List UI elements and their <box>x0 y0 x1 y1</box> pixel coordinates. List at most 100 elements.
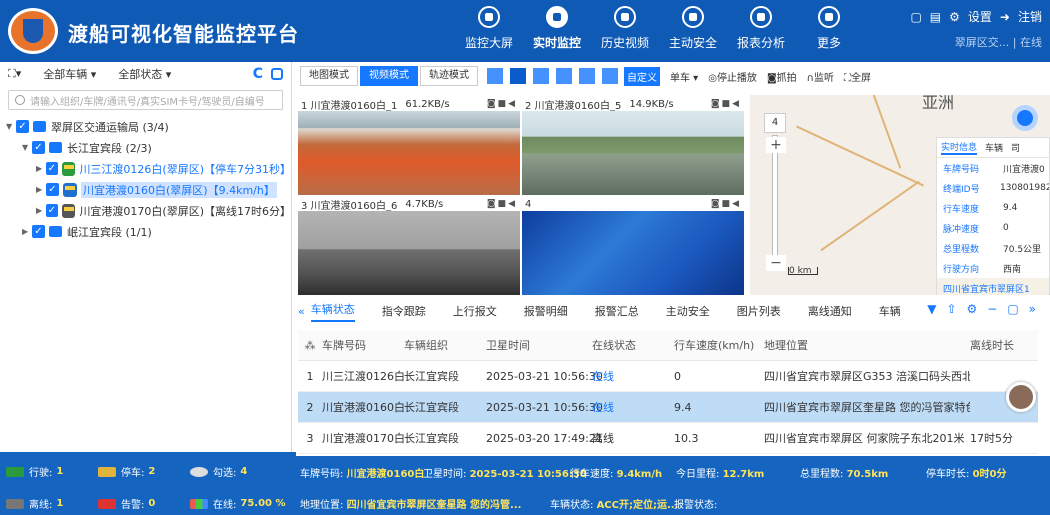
video-controls-icon[interactable]: ◙■◀ <box>711 199 741 209</box>
layout-13-icon[interactable] <box>579 68 595 84</box>
nav-more[interactable]: 更多 <box>795 6 863 51</box>
top-header: 渡船可视化智能监控平台 监控大屏 实时监控 历史视频 主动安全 报表分析 更多 … <box>0 0 1050 62</box>
map-panel[interactable]: 亚洲 4 + − 0 km 实时信息 车辆司 车牌号码 川宜港渡0 终端ID号 130… <box>750 95 1050 295</box>
text-label: 2025-03-21 10:56:30 <box>486 400 603 414</box>
nav-active-safety[interactable]: 主动安全 <box>659 6 727 51</box>
fullscreen-button[interactable]: ⛶全屏 <box>844 69 871 84</box>
vehicle-tree: ▼ ✓ 翠屏区交通运输局 (3/4) ▼ ✓ 长江宜宾段 (2/3) ▶ ✓ 川三江渡012… <box>0 114 291 242</box>
tab-vehicle-more[interactable]: 车辆 <box>879 303 901 319</box>
tree-node-group1[interactable]: ▼ ✓ 长江宜宾段 (2/3) <box>0 137 291 158</box>
settings-button[interactable]: ⚙ 设置 <box>949 10 992 24</box>
checkbox[interactable]: ✓ <box>32 141 45 154</box>
track-mode-button[interactable]: 轨迹模式 <box>420 66 478 86</box>
checkbox[interactable]: ✓ <box>16 120 29 133</box>
expand-icon[interactable]: ⁂ <box>298 339 322 352</box>
layout-1-icon[interactable] <box>487 68 503 84</box>
table-row-selected[interactable]: 2 川宜港渡0160白 长江宜宾段 2025-03-21 10:56:30 在线 9.4 四… <box>298 392 1038 423</box>
layout-16-icon[interactable] <box>602 68 618 84</box>
checkbox[interactable]: ✓ <box>46 183 59 196</box>
status-filter-dropdown[interactable]: 全部状态 ▾ <box>118 66 171 82</box>
folder-icon <box>49 226 62 237</box>
bar-chart-icon <box>190 498 208 509</box>
nav-history-video[interactable]: 历史视频 <box>591 6 659 51</box>
checkbox[interactable]: ✓ <box>32 225 45 238</box>
video-controls-icon[interactable]: ◙■◀ <box>487 199 517 209</box>
table-row[interactable]: 1 川三江渡0126白 长江宜宾段 2025-03-21 10:56:30 在线 0 四川省… <box>298 361 1038 392</box>
text-label: 长江宜宾段 <box>404 370 459 383</box>
video-controls-icon[interactable]: ◙■◀ <box>711 99 741 109</box>
tab-command-trace[interactable]: 指令跟踪 <box>382 303 426 319</box>
tab-vehicle[interactable]: 车辆 <box>985 141 1003 154</box>
nav-monitor-screen[interactable]: 监控大屏 <box>455 6 523 51</box>
vehicle-icon <box>62 161 76 176</box>
collapse-left-icon[interactable]: « <box>298 305 305 318</box>
layout-9-icon[interactable] <box>556 68 572 84</box>
search-input[interactable]: 请输入组织/车牌/通讯号/真实SIM卡号/驾驶员/自编号 <box>8 90 283 110</box>
org-tree-icon[interactable]: ⛶▾ <box>8 67 21 81</box>
tab-realtime-info[interactable]: 实时信息 <box>941 140 978 155</box>
text-label: 130801982 <box>1000 183 1049 193</box>
tab-upstream-msg[interactable]: 上行报文 <box>453 303 497 319</box>
tab-active-safety[interactable]: 主动安全 <box>666 303 710 319</box>
zoom-out-button[interactable]: − <box>766 255 786 271</box>
video-cell-2[interactable]: 2 川宜港渡0160白_5 14.9KB/s ◙■◀ <box>522 97 744 195</box>
locate-button[interactable] <box>1012 105 1038 131</box>
map-place-label: 亚洲 <box>922 95 955 112</box>
bottom-tabs: « 车辆状态 指令跟踪 上行报文 报警明细 报警汇总 主动安全 图片列表 离线通… <box>298 300 1050 322</box>
capture-button[interactable]: ◙抓拍 <box>767 69 797 84</box>
text-label: 车牌号码 <box>322 339 366 352</box>
listen-button[interactable]: ∩监听 <box>807 69 834 84</box>
layout-4-icon[interactable] <box>510 68 526 84</box>
text-label: 4 <box>525 198 532 210</box>
message-icon[interactable]: ▤ <box>930 10 941 24</box>
zoom-in-button[interactable]: + <box>766 137 786 153</box>
checkbox[interactable]: ✓ <box>45 204 59 217</box>
tab-alarm-detail[interactable]: 报警明细 <box>524 303 568 319</box>
tree-node-root[interactable]: ▼ ✓ 翠屏区交通运输局 (3/4) <box>0 116 291 137</box>
nav-realtime-monitor[interactable]: 实时监控 <box>523 6 591 51</box>
vehicle-filter-dropdown[interactable]: 全部车辆 ▾ <box>43 66 96 82</box>
tree-node-vehicle2[interactable]: ▶ ✓ 川宜港渡0160白(翠屏区)【9.4km/h】 <box>0 179 291 200</box>
stop-play-button[interactable]: ◎停止播放 <box>708 69 757 84</box>
vehicle-select-dropdown[interactable]: 单车 ▾ <box>670 69 698 84</box>
text-label: 今日里程: <box>676 469 720 480</box>
tree-node-group2[interactable]: ▶ ✓ 岷江宜宾段 (1/1) <box>0 221 291 242</box>
refresh-icon[interactable]: C <box>253 66 263 82</box>
table-row[interactable]: 3 川宜港渡0170白 长江宜宾段 2025-03-20 17:49:21 离线 10.3… <box>298 423 1038 454</box>
text-label: 3 川宜港渡0160白_6 <box>301 200 398 212</box>
map-mode-button[interactable]: 地图模式 <box>300 66 358 86</box>
tab-vehicle-status[interactable]: 车辆状态 <box>310 301 355 322</box>
stat-parking: 停车: 2 <box>98 464 155 479</box>
custom-layout-button[interactable]: 自定义 <box>624 66 660 86</box>
tab-offline-notice[interactable]: 离线通知 <box>808 303 852 319</box>
tab-alarm-summary[interactable]: 报警汇总 <box>595 303 639 319</box>
zoom-slider[interactable] <box>772 135 778 271</box>
tab-image-list[interactable]: 图片列表 <box>737 303 781 319</box>
video-cell-3[interactable]: 3 川宜港渡0160白_6 4.7KB/s ◙■◀ <box>298 197 520 295</box>
video-cell-1[interactable]: 1 川宜港渡0160白_1 61.2KB/s ◙■◀ <box>298 97 520 195</box>
text-label: 行驶方向 <box>943 264 980 275</box>
text-label: 3 <box>306 431 314 445</box>
panel-tools-icons[interactable]: ▼⇧⚙−▢» <box>927 302 1046 316</box>
logout-button[interactable]: ➜ 注销 <box>1000 10 1042 24</box>
search-icon <box>15 95 25 105</box>
vehicle-info-popup: 实时信息 车辆司 车牌号码 川宜港渡0 终端ID号 130801982 行车速度 9.4… <box>936 137 1050 295</box>
text-label: 停止播放 <box>716 72 757 84</box>
tree-node-vehicle3[interactable]: ▶ ✓ 川宜港渡0170白(翠屏区)【离线17时6分】 <box>0 200 291 221</box>
checkbox[interactable]: ✓ <box>45 162 59 175</box>
video-mode-button[interactable]: 视频模式 <box>360 66 418 86</box>
nav-report-analysis[interactable]: 报表分析 <box>727 6 795 51</box>
tab-driver[interactable]: 司 <box>1011 141 1020 154</box>
car-icon <box>98 466 116 477</box>
vehicle-tree-panel: ⛶▾ 全部车辆 ▾ 全部状态 ▾ C 请输入组织/车牌/通讯号/真实SIM卡号/… <box>0 62 292 452</box>
video-cell-4[interactable]: 4 ◙■◀ <box>522 197 744 295</box>
video-controls-icon[interactable]: ◙■◀ <box>487 99 517 109</box>
text-label: 2 <box>148 466 156 477</box>
fullscreen-icon[interactable]: ▢ <box>910 10 921 24</box>
favorite-icon[interactable] <box>271 68 283 80</box>
user-name[interactable]: 翠屏区交... <box>955 36 1010 49</box>
tree-node-vehicle1[interactable]: ▶ ✓ 川三江渡0126白(翠屏区)【停车7分31秒】 <box>0 158 291 179</box>
layout-6-icon[interactable] <box>533 68 549 84</box>
text-label: 川三江渡0126白 <box>322 370 405 383</box>
assistant-avatar[interactable] <box>1006 382 1036 412</box>
